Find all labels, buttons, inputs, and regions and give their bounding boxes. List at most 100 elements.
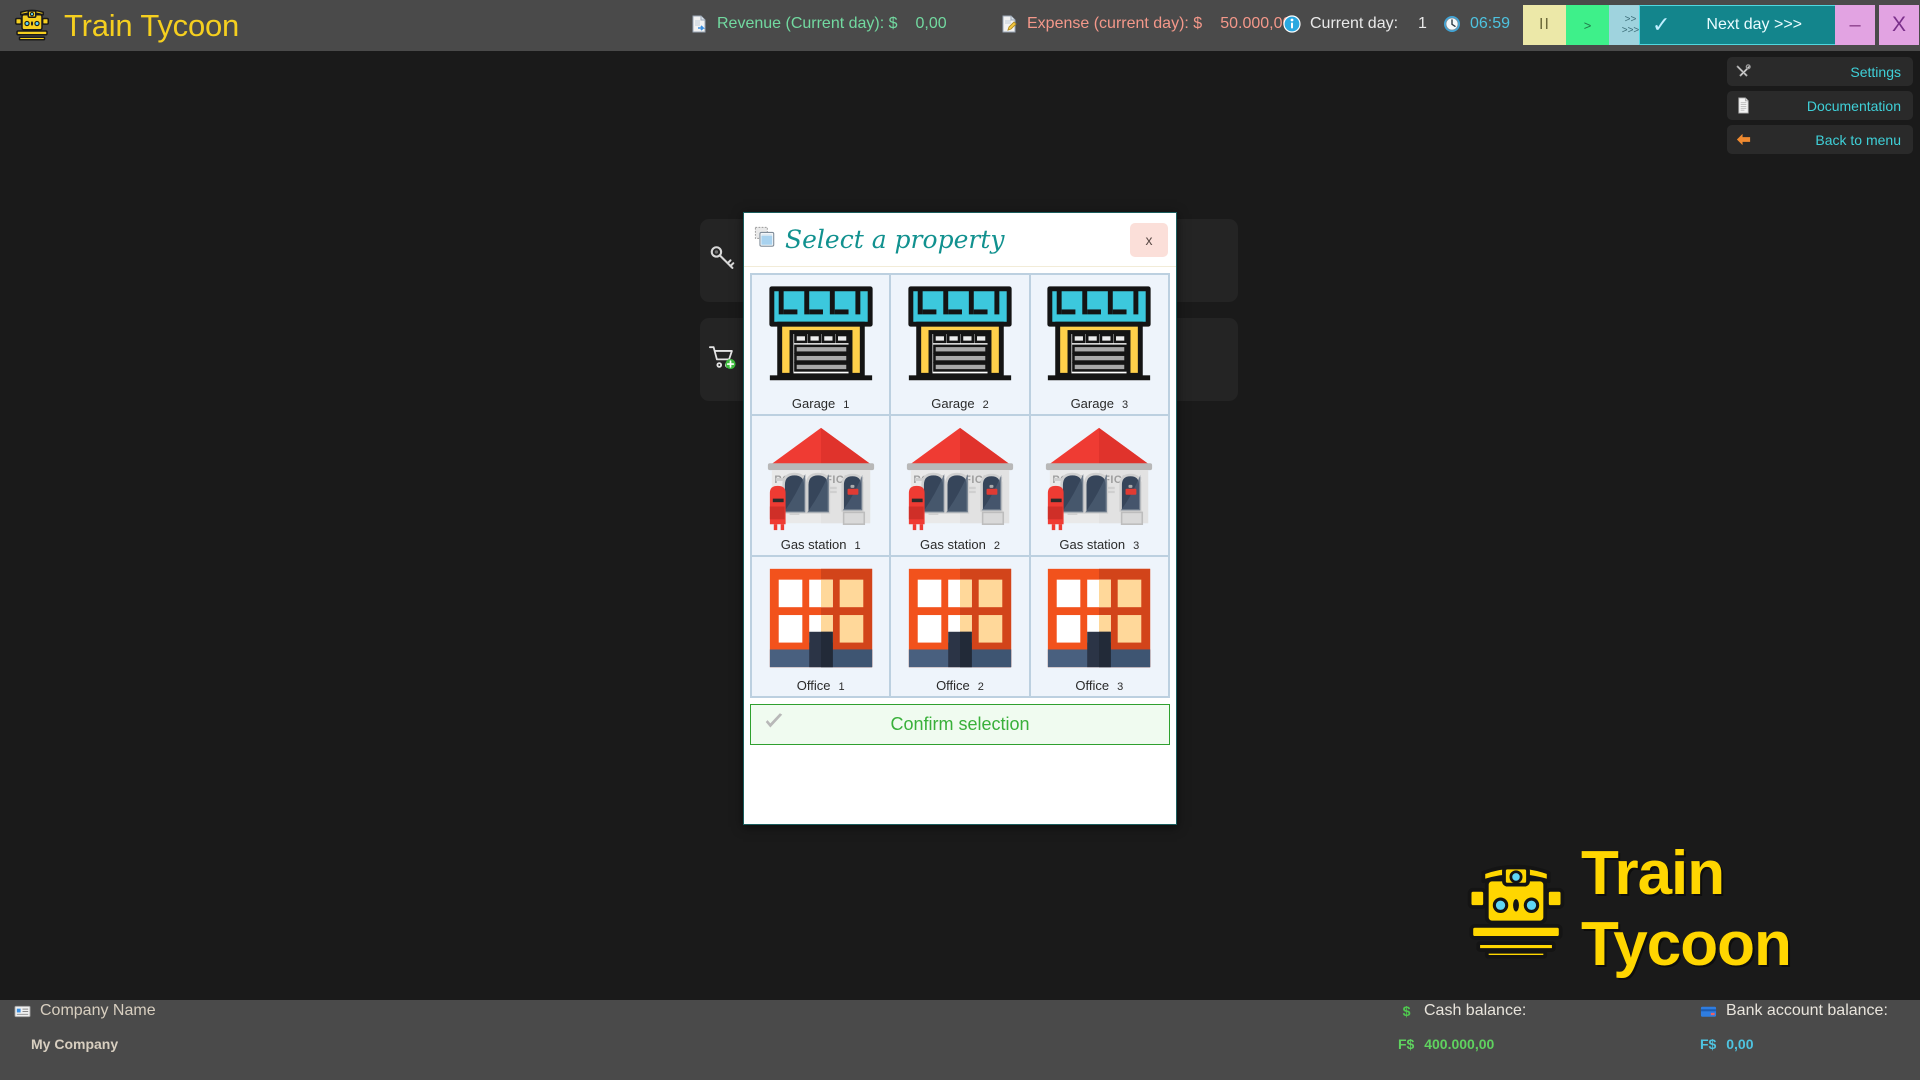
property-card-label: Garage 2 [931,396,989,411]
property-card[interactable]: Garage1 [751,274,890,415]
property-card[interactable]: Garage 2 [890,274,1029,415]
app-brand: Train Tycoon [0,6,420,46]
next-day-button[interactable]: ✓ Next day >>> [1639,5,1851,45]
credit-card-icon [1700,1003,1717,1020]
bank-balance-currency: F$ [1700,1036,1716,1052]
office-icon [762,562,880,674]
expense-value: 50.000,00 [1220,15,1291,33]
office-icon [901,562,1019,674]
menu-item-documentation[interactable]: Documentation [1727,91,1913,120]
cash-balance-row: $ Cash balance: [1398,1002,1526,1020]
cash-balance-value: 400.000,00 [1424,1036,1494,1052]
bank-balance-value: 0,00 [1726,1036,1753,1052]
select-property-modal: Select a property x [743,212,1177,825]
current-day-stat: Current day: 1 [1283,15,1427,33]
property-card[interactable]: POST OFFICE Gas station2 [890,415,1029,556]
property-card-label: Office3 [1075,678,1123,693]
menu-item-back-to-menu[interactable]: Back to menu [1727,125,1913,154]
property-number: 1 [854,540,860,552]
document-icon [1735,97,1752,114]
bank-balance-block: Bank account balance: F$ 0,00 [1700,1002,1888,1052]
bank-balance-row: Bank account balance: [1700,1002,1888,1020]
cash-balance-value-row: F$ 400.000,00 [1398,1036,1526,1052]
modal-title-wrap: Select a property [754,225,1130,254]
right-menu: Settings Documentation Back to menu [1727,57,1913,154]
document-revenue-icon [690,15,708,33]
cash-balance-currency: F$ [1398,1036,1414,1052]
confirm-selection-label: Confirm selection [785,714,1169,735]
menu-item-settings-label: Settings [1752,64,1901,80]
confirm-selection-button[interactable]: Confirm selection [750,704,1170,745]
property-number: 2 [983,399,989,411]
property-card-label: Gas station 3 [1059,537,1139,552]
next-day-label: Next day >>> [1670,16,1850,34]
property-name: Garage [931,396,974,411]
property-grid: Garage1 Garage2 [750,273,1170,698]
cash-balance-block: $ Cash balance: F$ 400.000,00 [1398,1002,1526,1052]
property-card-label: Gas station2 [920,537,1000,552]
expense-stat: Expense (current day): $ 50.000,00 [1000,15,1291,33]
windows-stack-icon [754,226,776,253]
property-card[interactable]: Garage 3 [1030,274,1169,415]
property-number: 3 [1122,399,1128,411]
modal-close-button[interactable]: x [1130,223,1168,257]
wrench-screwdriver-icon [1735,63,1752,80]
clock-value: 06:59 [1470,15,1510,33]
expense-label: Expense (current day): $ [1027,15,1202,33]
dollar-icon: $ [1398,1003,1415,1020]
property-card-label: Office 1 [797,678,845,693]
fast-forward-label-bottom: >>> [1622,25,1640,36]
property-card[interactable]: Office2 [890,556,1029,697]
bank-balance-label: Bank account balance: [1726,1002,1888,1020]
revenue-value: 0,00 [916,15,947,33]
current-day-label: Current day: [1310,15,1398,33]
property-name: Office [797,678,831,693]
menu-item-settings[interactable]: Settings [1727,57,1913,86]
property-card[interactable]: Office 1 [751,556,890,697]
speed-controls: II > >> >>> [1523,5,1652,45]
post-office-icon: POST OFFICE [762,421,880,533]
fast-forward-label-top: >> [1625,14,1637,25]
property-name: Office [936,678,970,693]
menu-item-documentation-label: Documentation [1752,98,1901,114]
minimize-button[interactable]: – [1835,5,1875,45]
pause-button[interactable]: II [1523,5,1566,45]
property-card[interactable]: POST OFFICE Gas station1 [751,415,890,556]
close-window-button[interactable]: X [1879,5,1919,45]
property-name: Gas station [1059,537,1125,552]
garage-icon [901,280,1019,392]
property-name: Garage [1071,396,1114,411]
menu-item-back-to-menu-label: Back to menu [1752,132,1901,148]
bottom-bar [0,1000,1920,1080]
property-number: 2 [994,540,1000,552]
property-card[interactable]: POST OFFICE Gas station 3 [1030,415,1169,556]
property-name: Garage [792,396,835,411]
app-root: Train Tycoon Revenue (Current day): $ 0,… [0,0,1920,1080]
modal-title: Select a property [785,225,1004,254]
watermark-text: Train Tycoon [1581,838,1920,980]
property-card-label: Office2 [936,678,984,693]
company-name-label: Company Name [40,1002,156,1020]
id-card-icon [14,1003,31,1020]
bank-balance-value-row: F$ 0,00 [1700,1036,1888,1052]
property-number: 1 [838,681,844,693]
property-card-label: Garage 3 [1071,396,1129,411]
garage-icon [1040,280,1158,392]
property-card[interactable]: Office3 [1030,556,1169,697]
property-card-label: Garage1 [792,396,850,411]
top-bar: Train Tycoon Revenue (Current day): $ 0,… [0,0,1920,51]
locomotive-icon [12,6,52,46]
grey-checkmark-icon [751,711,785,738]
shopping-cart-add-icon [708,342,738,377]
company-name-value-row: My Company [14,1036,156,1052]
property-card-label: Gas station1 [781,537,861,552]
post-office-icon: POST OFFICE [1040,421,1158,533]
play-button[interactable]: > [1566,5,1609,45]
app-title: Train Tycoon [64,8,239,44]
checkmark-icon: ✓ [1640,12,1670,38]
property-number: 3 [1133,540,1139,552]
modal-header: Select a property x [744,213,1176,267]
svg-text:$: $ [1403,1004,1411,1020]
cash-balance-label: Cash balance: [1424,1002,1526,1020]
watermark-logo: Train Tycoon [1461,838,1920,980]
